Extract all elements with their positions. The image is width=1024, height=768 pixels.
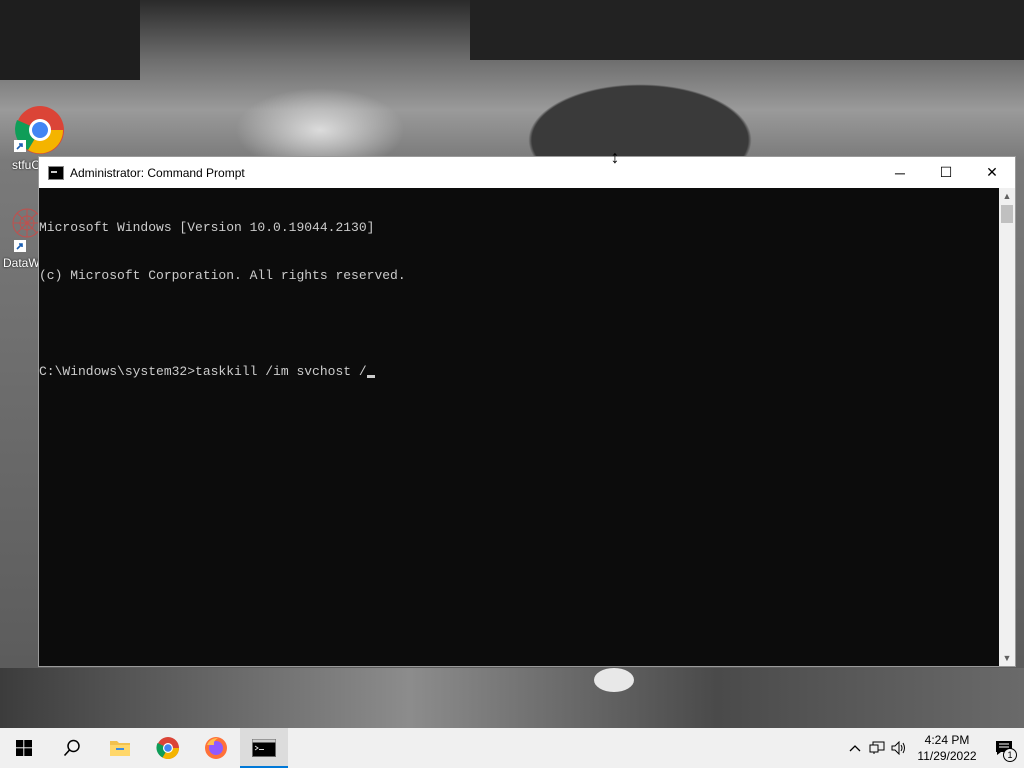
console-output[interactable]: Microsoft Windows [Version 10.0.19044.21… <box>39 188 999 666</box>
clock-date: 11/29/2022 <box>917 749 977 763</box>
system-tray: 4:24 PM 11/29/2022 1 <box>844 728 1024 768</box>
taskbar-clock[interactable]: 4:24 PM 11/29/2022 <box>910 732 984 764</box>
firefox-icon <box>205 737 227 759</box>
console-line: (c) Microsoft Corporation. All rights re… <box>39 268 406 283</box>
start-button[interactable] <box>0 728 48 768</box>
minimize-icon: ─ <box>895 164 905 181</box>
close-icon: ✕ <box>986 164 998 180</box>
window-titlebar[interactable]: Administrator: Command Prompt ─ ☐ ✕ <box>39 157 1015 188</box>
scroll-up-arrow-icon[interactable]: ▲ <box>999 188 1015 204</box>
vertical-scrollbar[interactable]: ▲ ▼ <box>999 188 1015 666</box>
text-cursor <box>366 375 375 378</box>
search-icon <box>63 739 80 757</box>
wallpaper-shape <box>0 668 1024 728</box>
speaker-icon <box>891 741 905 755</box>
file-explorer-icon <box>110 741 130 756</box>
desktop-icon-label: DataW <box>3 256 40 270</box>
action-center-button[interactable]: 1 <box>984 728 1024 768</box>
scrollbar-thumb[interactable] <box>1001 205 1013 223</box>
console-prompt-line[interactable]: C:\Windows\system32>taskkill /im svchost… <box>39 364 999 380</box>
taskbar-firefox[interactable] <box>192 728 240 768</box>
command-prompt-window[interactable]: Administrator: Command Prompt ─ ☐ ✕ Micr… <box>38 156 1016 667</box>
desktop-icon-label: stfuC <box>12 158 41 172</box>
scroll-down-arrow-icon[interactable]: ▼ <box>999 650 1015 666</box>
notification-count-badge: 1 <box>1003 748 1017 762</box>
wallpaper-shape <box>594 668 634 692</box>
wallpaper-shape <box>470 0 1024 60</box>
shortcut-arrow-icon <box>14 240 26 252</box>
window-title: Administrator: Command Prompt <box>70 165 245 180</box>
chrome-icon <box>156 737 179 759</box>
close-button[interactable]: ✕ <box>969 157 1015 188</box>
console-command: C:\Windows\system32>taskkill /im svchost… <box>39 364 367 379</box>
network-button[interactable] <box>866 728 888 768</box>
command-prompt-icon <box>252 739 276 757</box>
search-button[interactable] <box>48 728 96 768</box>
network-icon <box>869 741 885 754</box>
wallpaper-shape <box>0 0 140 80</box>
clock-time: 4:24 PM <box>924 733 970 747</box>
taskbar: 4:24 PM 11/29/2022 1 <box>0 728 1024 768</box>
taskbar-command-prompt[interactable] <box>240 728 288 768</box>
volume-button[interactable] <box>888 728 910 768</box>
show-hidden-icons-button[interactable] <box>844 728 866 768</box>
command-prompt-icon <box>48 165 64 180</box>
minimize-button[interactable]: ─ <box>877 157 923 188</box>
maximize-icon: ☐ <box>939 164 953 180</box>
taskbar-chrome[interactable] <box>144 728 192 768</box>
resize-cursor-icon: ↕ <box>610 147 620 167</box>
shortcut-arrow-icon <box>14 140 26 152</box>
console-line: Microsoft Windows [Version 10.0.19044.21… <box>39 220 375 235</box>
chevron-up-icon <box>849 745 861 752</box>
taskbar-file-explorer[interactable] <box>96 728 144 768</box>
windows-start-icon <box>16 740 32 756</box>
maximize-button[interactable]: ☐ <box>923 157 969 188</box>
